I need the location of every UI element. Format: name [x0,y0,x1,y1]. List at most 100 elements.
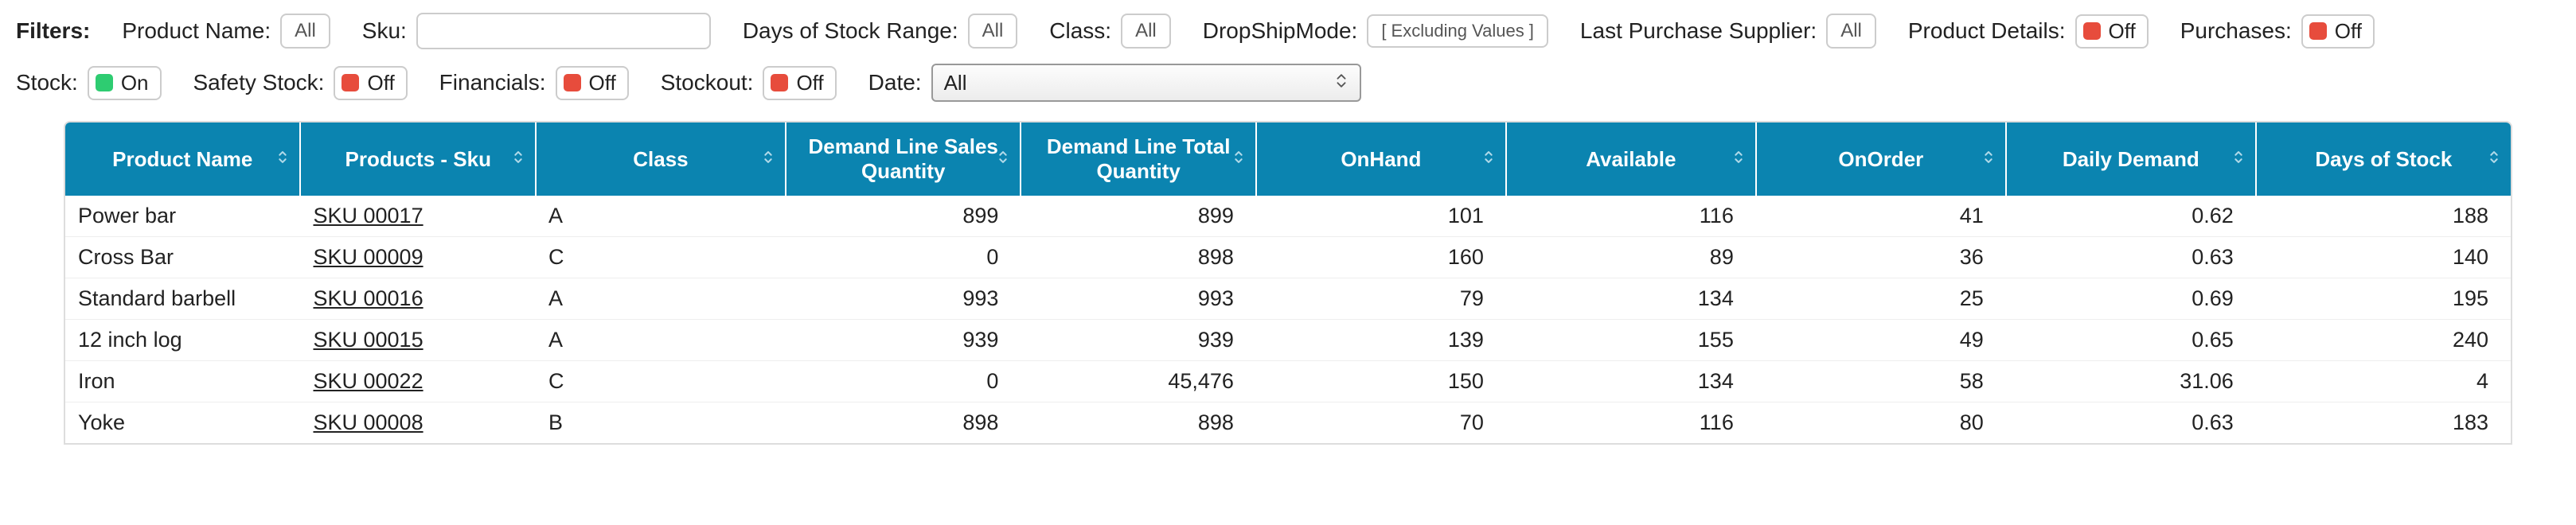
filter-days-range-value[interactable]: All [968,14,1018,49]
cell-product-name: 12 inch log [65,320,300,361]
filter-product-details: Product Details: Off [1908,14,2149,49]
filter-date: Date: All [868,64,1361,102]
cell-demand-sales-qty: 0 [786,237,1021,278]
square-icon [2083,22,2101,40]
cell-daily-demand: 0.65 [2006,320,2256,361]
cell-days-of-stock: 183 [2256,402,2511,444]
toggle-safety-stock-state: Off [367,71,394,95]
column-header-label: Products - Sku [345,147,490,171]
toggle-purchases[interactable]: Off [2301,14,2375,49]
cell-sku: SKU 00015 [300,320,535,361]
cell-sku: SKU 00017 [300,196,535,237]
data-table: Product Name Products - Sku Class Demand Li… [65,122,2511,443]
cell-product-name: Yoke [65,402,300,444]
sku-link[interactable]: SKU 00017 [313,204,423,228]
cell-demand-total-qty: 993 [1021,278,1255,320]
sku-link[interactable]: SKU 00009 [313,245,423,269]
cell-sku: SKU 00016 [300,278,535,320]
table-row: YokeSKU 00008B89889870116800.63183 [65,402,2511,444]
column-header-label: Class [633,147,688,171]
sku-link[interactable]: SKU 00008 [313,410,423,434]
filter-purchases-label: Purchases: [2180,18,2292,44]
cell-days-of-stock: 140 [2256,237,2511,278]
filter-class: Class: All [1049,14,1170,49]
toggle-financials[interactable]: Off [556,66,629,100]
date-select[interactable]: All [931,64,1361,102]
cell-daily-demand: 0.62 [2006,196,2256,237]
filter-product-name-value[interactable]: All [280,14,330,49]
cell-days-of-stock: 195 [2256,278,2511,320]
cell-onhand: 139 [1256,320,1506,361]
sort-icon [994,147,1012,172]
date-select-value: All [944,71,967,95]
column-header[interactable]: Product Name [65,122,300,196]
square-icon [342,74,359,91]
column-header[interactable]: Days of Stock [2256,122,2511,196]
column-header-label: Demand Line Sales Quantity [808,134,997,183]
filter-financials-label: Financials: [439,70,546,95]
column-header[interactable]: Available [1506,122,1756,196]
cell-demand-sales-qty: 898 [786,402,1021,444]
filter-last-supplier-value[interactable]: All [1826,14,1876,49]
filter-days-range-label: Days of Stock Range: [743,18,958,44]
column-header[interactable]: Class [536,122,786,196]
filter-date-label: Date: [868,70,922,95]
toggle-stockout[interactable]: Off [763,66,836,100]
cell-onhand: 79 [1256,278,1506,320]
cell-daily-demand: 0.63 [2006,237,2256,278]
filter-class-value[interactable]: All [1121,14,1171,49]
cell-onorder: 25 [1756,278,2006,320]
filter-dropship-value[interactable]: [ Excluding Values ] [1367,14,1548,48]
column-header[interactable]: Demand Line Sales Quantity [786,122,1021,196]
filter-sku: Sku: [362,13,711,49]
cell-daily-demand: 0.63 [2006,402,2256,444]
filter-purchases: Purchases: Off [2180,14,2375,49]
cell-product-name: Power bar [65,196,300,237]
sku-link[interactable]: SKU 00015 [313,328,423,352]
filters-label: Filters: [16,18,90,44]
column-header[interactable]: Daily Demand [2006,122,2256,196]
filter-stockout-label: Stockout: [661,70,754,95]
column-header[interactable]: OnHand [1256,122,1506,196]
filter-product-details-label: Product Details: [1908,18,2066,44]
filter-financials: Financials: Off [439,66,629,100]
cell-onhand: 150 [1256,361,1506,402]
filter-product-name-label: Product Name: [122,18,271,44]
table-body: Power barSKU 00017A899899101116410.62188… [65,196,2511,443]
cell-product-name: Standard barbell [65,278,300,320]
toggle-safety-stock[interactable]: Off [334,66,407,100]
sort-icon [2485,147,2503,172]
sort-icon [509,147,527,172]
filter-stockout: Stockout: Off [661,66,837,100]
toggle-stock[interactable]: On [88,66,162,100]
cell-class: A [536,278,786,320]
sort-icon [274,147,291,172]
column-header[interactable]: OnOrder [1756,122,2006,196]
cell-onhand: 101 [1256,196,1506,237]
cell-demand-total-qty: 898 [1021,237,1255,278]
cell-onorder: 41 [1756,196,2006,237]
sku-link[interactable]: SKU 00016 [313,286,423,310]
cell-daily-demand: 31.06 [2006,361,2256,402]
filter-dropship: DropShipMode: [ Excluding Values ] [1203,14,1548,48]
cell-demand-sales-qty: 993 [786,278,1021,320]
cell-demand-total-qty: 939 [1021,320,1255,361]
cell-available: 116 [1506,402,1756,444]
column-header[interactable]: Demand Line Total Quantity [1021,122,1255,196]
filter-last-supplier-label: Last Purchase Supplier: [1580,18,1817,44]
cell-class: C [536,237,786,278]
sku-link[interactable]: SKU 00022 [313,369,423,393]
toggle-product-details-state: Off [2109,19,2136,44]
table-header: Product Name Products - Sku Class Demand Li… [65,122,2511,196]
cell-class: B [536,402,786,444]
toggle-product-details[interactable]: Off [2075,14,2149,49]
cell-sku: SKU 00008 [300,402,535,444]
filter-sku-input[interactable] [416,13,711,49]
cell-demand-sales-qty: 899 [786,196,1021,237]
column-header[interactable]: Products - Sku [300,122,535,196]
column-header-label: OnOrder [1838,147,1923,171]
cell-product-name: Iron [65,361,300,402]
cell-onhand: 70 [1256,402,1506,444]
cell-demand-sales-qty: 939 [786,320,1021,361]
filters-row-2: Stock: On Safety Stock: Off Financials: … [16,64,2560,102]
